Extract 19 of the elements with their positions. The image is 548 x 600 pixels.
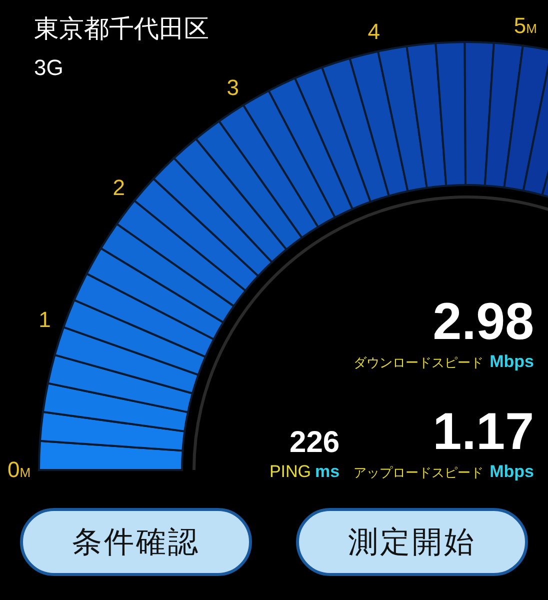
speed-value: 2.98 — [432, 296, 534, 348]
location-label: 東京都千代田区 — [34, 13, 209, 45]
unit-label: Mbps — [490, 462, 534, 482]
speed-value: 1.17 — [432, 406, 534, 458]
ping-value: 226 — [290, 428, 340, 458]
scale-label: 4 — [368, 18, 380, 45]
ping-label: PING — [269, 462, 312, 482]
scale-label: 3 — [226, 75, 240, 102]
scale-label: 1 — [38, 307, 51, 334]
scale-label: 2 — [112, 175, 125, 202]
unit-label: ms — [315, 462, 340, 482]
action-button[interactable]: 条件確認 — [20, 508, 252, 576]
unit-label: Mbps — [490, 352, 534, 372]
speed-label: アップロードスピード — [354, 465, 484, 482]
scale-label: 5M — [514, 12, 538, 39]
network-type-label: 3G — [34, 55, 64, 81]
scale-label: 0M — [7, 457, 31, 483]
speed-label: ダウンロードスピード — [354, 355, 484, 372]
action-button[interactable]: 測定開始 — [296, 508, 528, 576]
